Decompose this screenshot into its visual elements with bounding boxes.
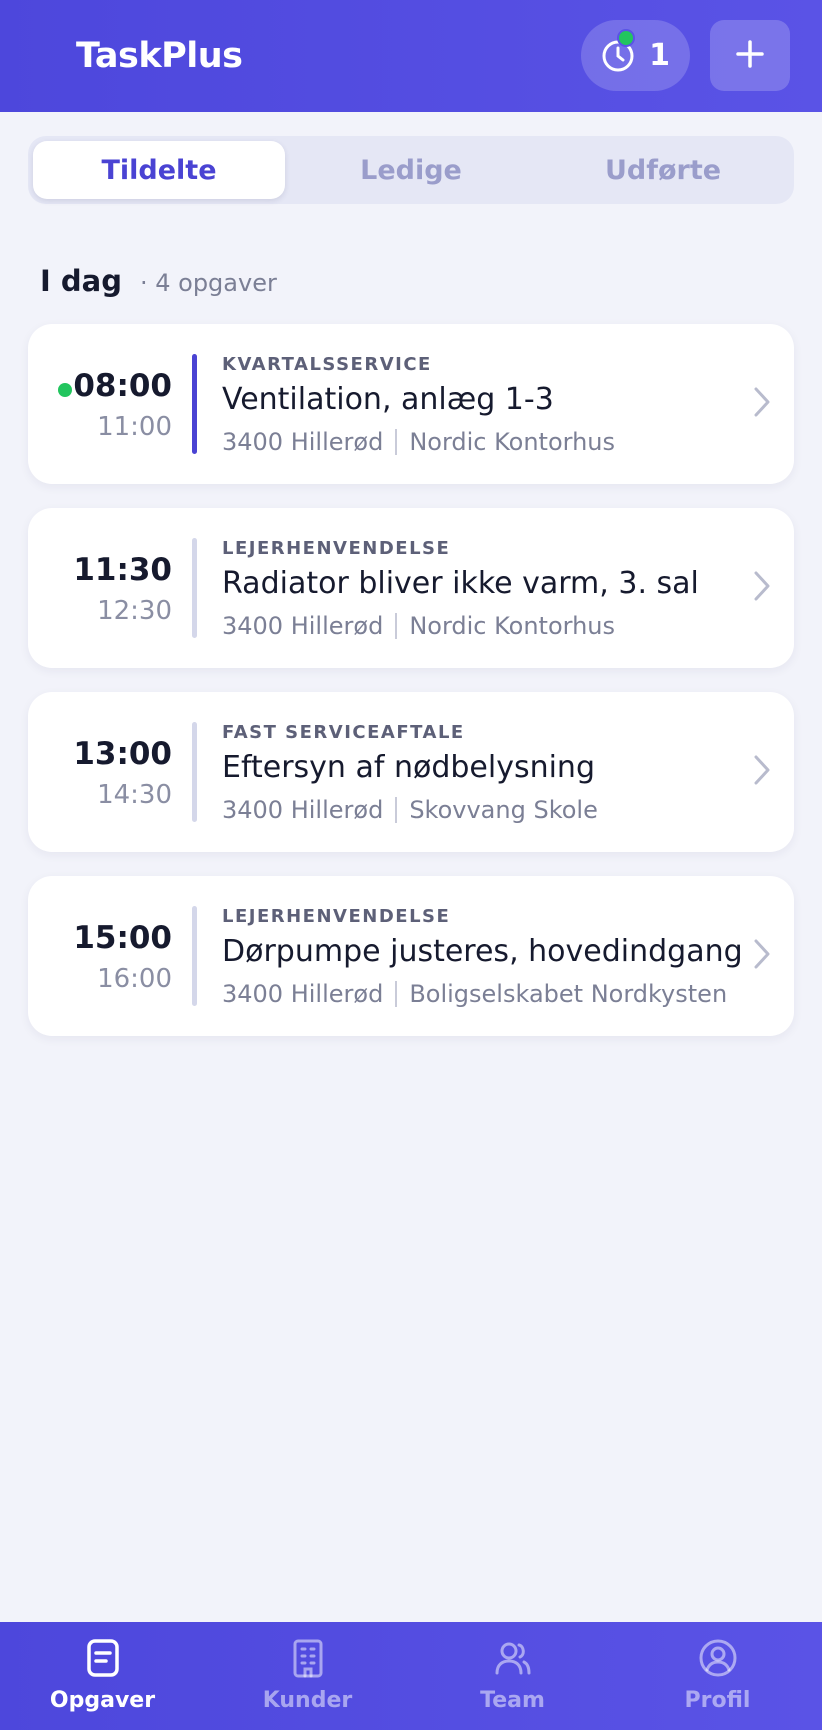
task-filter-tabs: Tildelte Ledige Udførte	[28, 136, 794, 204]
nav-label: Kunder	[262, 1688, 353, 1713]
timer-active-dot	[617, 28, 636, 47]
task-title: Radiator bliver ikke varm, 3. sal	[222, 566, 699, 601]
timer-count: 1	[649, 38, 670, 73]
task-location: 3400 Hillerød	[222, 428, 384, 456]
task-accent-bar	[192, 354, 197, 454]
nav-item-profil[interactable]: Profil	[615, 1622, 820, 1730]
task-category: LEJERHENVENDELSE	[222, 906, 451, 927]
tab-udforte[interactable]: Udførte	[537, 141, 789, 199]
chevron-right-icon	[752, 386, 772, 422]
task-customer: Skovvang Skole	[409, 796, 598, 824]
task-card[interactable]: 13:00 14:30 FAST SERVICEAFTALE Eftersyn …	[28, 692, 794, 852]
chevron-right-icon	[752, 570, 772, 606]
task-meta: 3400 Hillerød Nordic Kontorhus	[222, 612, 615, 640]
task-category: LEJERHENVENDELSE	[222, 538, 451, 559]
task-accent-bar	[192, 538, 197, 638]
task-meta: 3400 Hillerød Nordic Kontorhus	[222, 428, 615, 456]
building-icon	[289, 1638, 327, 1682]
task-category: KVARTALSSERVICE	[222, 354, 432, 375]
task-card[interactable]: 11:30 12:30 LEJERHENVENDELSE Radiator bl…	[28, 508, 794, 668]
clock-icon	[601, 28, 636, 73]
users-icon	[494, 1638, 532, 1682]
task-title: Ventilation, anlæg 1-3	[222, 382, 554, 417]
in-progress-dot	[58, 383, 72, 397]
nav-label: Team	[480, 1688, 545, 1713]
task-card[interactable]: 08:00 11:00 KVARTALSSERVICE Ventilation,…	[28, 324, 794, 484]
section-title: I dag	[40, 264, 122, 298]
nav-label: Opgaver	[49, 1688, 156, 1713]
task-meta: 3400 Hillerød Skovvang Skole	[222, 796, 598, 824]
task-end-time: 16:00	[97, 964, 172, 994]
task-meta: 3400 Hillerød Boligselskabet Nordkysten	[222, 980, 727, 1008]
meta-divider	[395, 981, 398, 1007]
app-title: TaskPlus	[76, 36, 243, 76]
task-accent-bar	[192, 722, 197, 822]
tab-ledige[interactable]: Ledige	[285, 141, 537, 199]
task-end-time: 14:30	[97, 780, 172, 810]
task-customer: Nordic Kontorhus	[409, 428, 616, 456]
clipboard-icon	[84, 1638, 122, 1682]
task-location: 3400 Hillerød	[222, 980, 384, 1008]
nav-item-opgaver[interactable]: Opgaver	[0, 1622, 205, 1730]
task-end-time: 12:30	[97, 596, 172, 626]
task-location: 3400 Hillerød	[222, 796, 384, 824]
task-customer: Boligselskabet Nordkysten	[409, 980, 728, 1008]
bottom-nav: Opgaver Kunder Team Profil	[0, 1622, 822, 1730]
tab-tildelte[interactable]: Tildelte	[33, 141, 285, 199]
section-task-count: · 4 opgaver	[139, 269, 277, 297]
task-start-time: 15:00	[73, 920, 172, 956]
chevron-right-icon	[752, 938, 772, 974]
chevron-right-icon	[752, 754, 772, 790]
nav-label: Profil	[684, 1688, 751, 1713]
task-start-time: 08:00	[73, 368, 172, 404]
section-heading: I dag · 4 opgaver	[40, 264, 277, 298]
task-location: 3400 Hillerød	[222, 612, 384, 640]
plus-icon	[735, 39, 765, 73]
task-title: Eftersyn af nødbelysning	[222, 750, 595, 785]
task-accent-bar	[192, 906, 197, 1006]
task-start-time: 13:00	[73, 736, 172, 772]
meta-divider	[395, 613, 398, 639]
meta-divider	[395, 429, 398, 455]
app-header: TaskPlus 1	[0, 0, 822, 112]
add-task-button[interactable]	[710, 20, 790, 91]
task-category: FAST SERVICEAFTALE	[222, 722, 465, 743]
task-title: Dørpumpe justeres, hovedindgang	[222, 934, 743, 969]
task-customer: Nordic Kontorhus	[409, 612, 616, 640]
meta-divider	[395, 797, 398, 823]
nav-item-kunder[interactable]: Kunder	[205, 1622, 410, 1730]
active-timer-button[interactable]: 1	[581, 20, 690, 91]
nav-item-team[interactable]: Team	[410, 1622, 615, 1730]
task-start-time: 11:30	[73, 552, 172, 588]
task-end-time: 11:00	[97, 412, 172, 442]
user-circle-icon	[698, 1638, 738, 1682]
task-card[interactable]: 15:00 16:00 LEJERHENVENDELSE Dørpumpe ju…	[28, 876, 794, 1036]
